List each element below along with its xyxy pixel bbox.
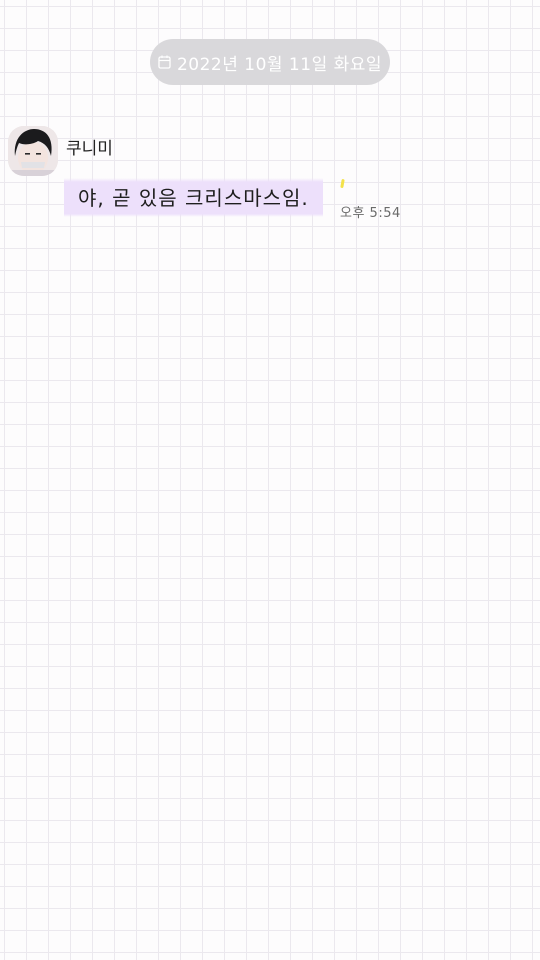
message-timestamp: 오후 5:54: [340, 206, 401, 221]
message-bubble[interactable]: 야, 곧 있음 크리스마스임.: [64, 178, 323, 217]
message-row: 쿠니미 야, 곧 있음 크리스마스임. 오후 5:54: [8, 126, 488, 226]
avatar[interactable]: [8, 126, 58, 176]
date-divider: 2022년 10월 11일 화요일: [150, 39, 390, 85]
calendar-icon: [158, 55, 171, 69]
date-divider-text: 2022년 10월 11일 화요일: [176, 54, 383, 75]
sender-name: 쿠니미: [66, 139, 113, 159]
highlight-mark: [340, 178, 345, 189]
